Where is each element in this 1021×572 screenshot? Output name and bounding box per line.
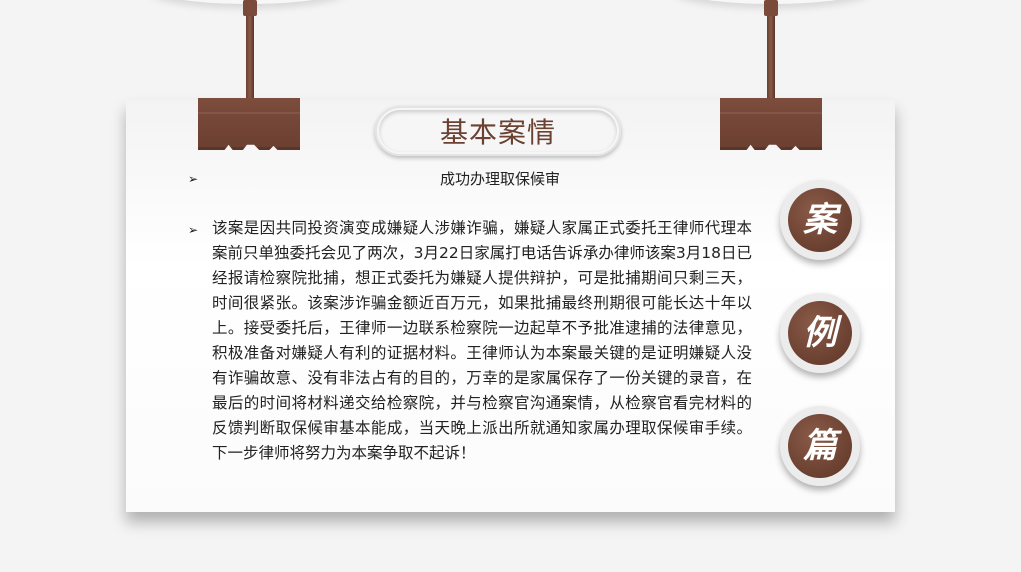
seal-inner: 案 [788, 188, 852, 252]
rope-knot-right [764, 0, 778, 16]
seal-char: 例 [803, 313, 837, 353]
clip-left [198, 98, 300, 150]
seal-inner: 篇 [788, 414, 852, 478]
clip-right [720, 98, 822, 150]
page-title: 基本案情 [439, 116, 556, 149]
title-pill-inner: 基本案情 [379, 110, 617, 152]
seal-li: 例 [780, 293, 860, 373]
title-pill: 基本案情 [375, 106, 621, 156]
subtitle: 成功办理取保候审 [439, 170, 560, 188]
case-description: 该案是因共同投资演变成嫌疑人涉嫌诈骗，嫌疑人家属正式委托王律师代理本案前只单独委… [212, 219, 752, 462]
seal-char: 案 [803, 200, 837, 240]
bullet-arrow-icon: ➢ [188, 223, 199, 237]
rope-knot-left [243, 0, 257, 16]
bullet-arrow-icon: ➢ [188, 172, 199, 186]
seal-pian: 篇 [780, 406, 860, 486]
seal-an: 案 [780, 180, 860, 260]
seal-inner: 例 [788, 301, 852, 365]
seal-char: 篇 [803, 426, 837, 466]
